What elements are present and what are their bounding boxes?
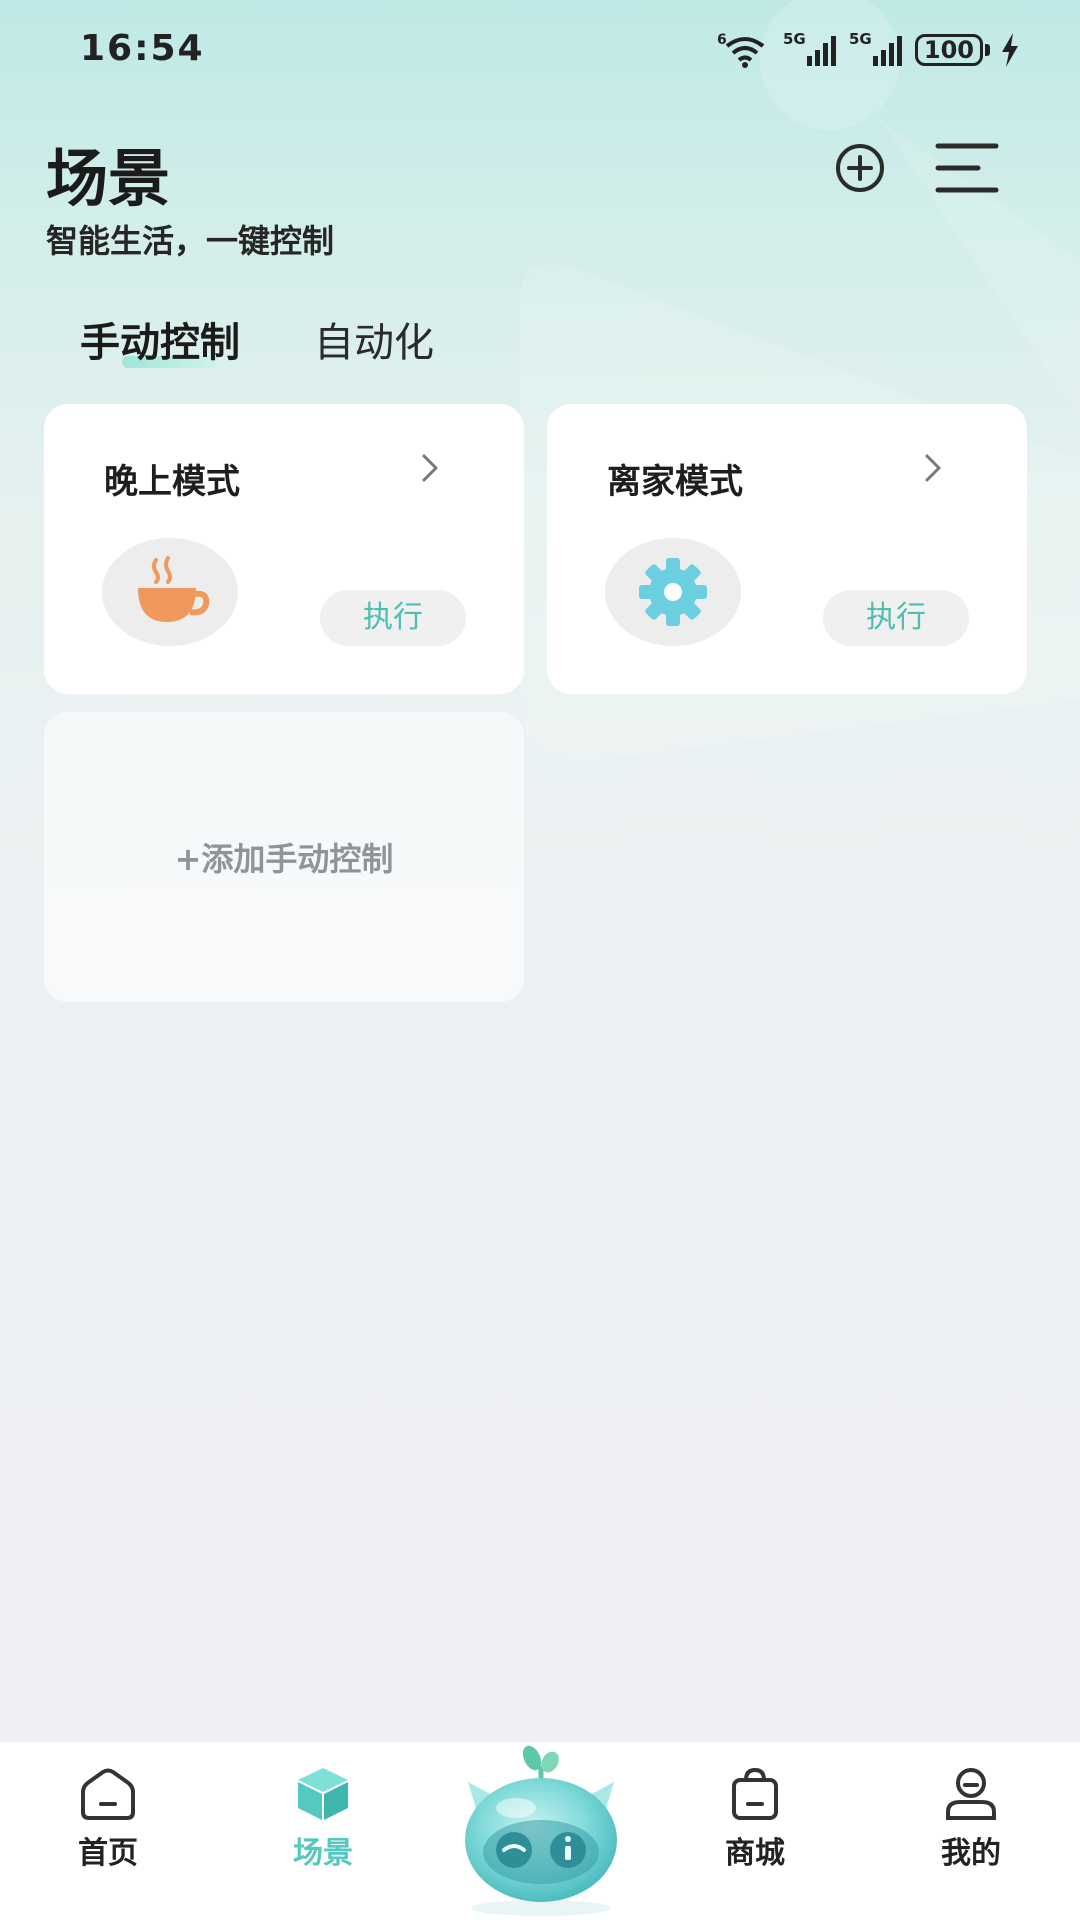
scene-card-evening[interactable]: 晚上模式 执行 (44, 404, 524, 694)
nav-item-mall[interactable]: 商城 (675, 1742, 835, 1920)
page-title: 场景 (46, 142, 171, 215)
add-manual-control-card[interactable]: +添加手动控制 (44, 712, 524, 1002)
signal-label-1: 5G (783, 30, 806, 48)
tab-label: 自动化 (314, 320, 434, 366)
nav-label: 我的 (941, 1836, 1001, 1871)
nav-label: 商城 (725, 1836, 785, 1871)
status-time: 16:54 (80, 28, 205, 69)
home-icon (81, 1768, 135, 1820)
battery-icon: 100 (914, 34, 990, 66)
execute-button[interactable]: 执行 (823, 590, 969, 646)
execute-button[interactable]: 执行 (320, 590, 466, 646)
coffee-cup-icon (138, 556, 210, 622)
tab-manual-control[interactable]: 手动控制 (80, 310, 240, 368)
mascot-assistant-button[interactable] (446, 1740, 636, 1920)
scene-icon-wrap (102, 538, 238, 646)
chevron-right-icon[interactable] (919, 448, 947, 488)
scene-title: 晚上模式 (104, 462, 240, 502)
scene-tabs: 手动控制 自动化 (80, 310, 434, 368)
gear-icon (639, 558, 707, 626)
menu-icon[interactable] (934, 140, 1000, 196)
add-manual-control-label: +添加手动控制 (174, 840, 394, 878)
chevron-right-icon[interactable] (416, 448, 444, 488)
nav-item-profile[interactable]: 我的 (891, 1742, 1051, 1920)
status-bar: 16:54 6 5G 5G 100 (0, 0, 1080, 100)
signal-label-2: 5G (849, 30, 872, 48)
wifi-label: 6 (717, 32, 727, 48)
charging-icon (1002, 33, 1018, 67)
add-circle-icon[interactable] (834, 142, 886, 194)
5g-signal-icon: 5G (783, 30, 836, 66)
battery-cap (985, 44, 990, 56)
5g-signal-icon: 5G (849, 30, 902, 66)
scene-title: 离家模式 (607, 462, 743, 502)
nav-item-scene[interactable]: 场景 (243, 1742, 403, 1920)
status-icons: 6 5G 5G 100 (717, 30, 1020, 70)
cube-icon (298, 1768, 348, 1820)
nav-label: 首页 (78, 1836, 138, 1871)
wifi-icon: 6 (717, 32, 765, 68)
battery-level: 100 (914, 34, 983, 66)
nav-item-home[interactable]: 首页 (28, 1742, 188, 1920)
page-subtitle: 智能生活，一键控制 (46, 222, 335, 260)
profile-icon (946, 1768, 996, 1820)
nav-label: 场景 (293, 1836, 353, 1871)
tab-label: 手动控制 (80, 320, 240, 366)
scene-card-away[interactable]: 离家模式 执行 (547, 404, 1027, 694)
scene-icon-wrap (605, 538, 741, 646)
shopping-bag-icon (732, 1767, 778, 1820)
tab-automation[interactable]: 自动化 (314, 310, 434, 368)
